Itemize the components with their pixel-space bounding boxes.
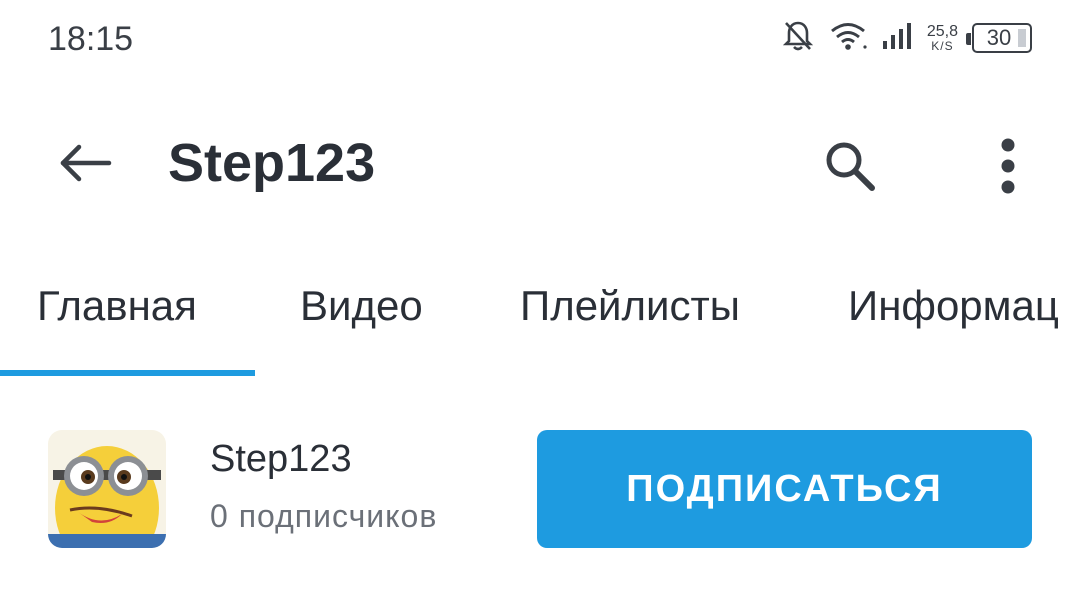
net-speed: 25,8 K/S (926, 23, 958, 53)
net-speed-value: 25,8 (926, 23, 958, 40)
search-icon (822, 138, 878, 199)
channel-name: Step123 (210, 438, 352, 480)
tab-bar: Главная Видео Плейлисты Информац (0, 262, 1080, 380)
tab-info[interactable]: Информац (848, 282, 1059, 330)
subscriber-count: 0 подписчиков (210, 498, 438, 534)
subscribe-button-label: ПОДПИСАТЬСЯ (626, 467, 943, 510)
minion-avatar-icon (48, 446, 166, 548)
active-tab-indicator (0, 370, 255, 376)
channel-header: Step123 0 подписчиков ПОДПИСАТЬСЯ (0, 420, 1080, 560)
app-header: Step123 (0, 100, 1080, 230)
net-speed-unit: K/S (931, 39, 954, 53)
battery-level: 30 (986, 25, 1012, 50)
search-button[interactable] (808, 126, 892, 210)
status-bar: 18:15 25,8 K/S 30 (0, 0, 1080, 76)
back-button[interactable] (40, 130, 130, 200)
wifi-icon (829, 21, 867, 56)
page-title: Step123 (168, 133, 376, 193)
subscribe-button[interactable]: ПОДПИСАТЬСЯ (537, 430, 1032, 548)
arrow-back-icon (57, 143, 113, 188)
tab-videos[interactable]: Видео (300, 282, 423, 330)
avatar[interactable] (48, 430, 166, 548)
battery-icon: 30 (966, 23, 1032, 53)
tab-home[interactable]: Главная (37, 282, 197, 330)
notifications-off-icon (781, 19, 815, 58)
more-options-button[interactable] (968, 126, 1048, 210)
tab-playlists[interactable]: Плейлисты (520, 282, 740, 330)
more-vert-icon (998, 136, 1018, 201)
status-icons: 25,8 K/S 30 (781, 16, 1032, 60)
signal-icon (881, 21, 913, 56)
status-time: 18:15 (48, 20, 134, 58)
